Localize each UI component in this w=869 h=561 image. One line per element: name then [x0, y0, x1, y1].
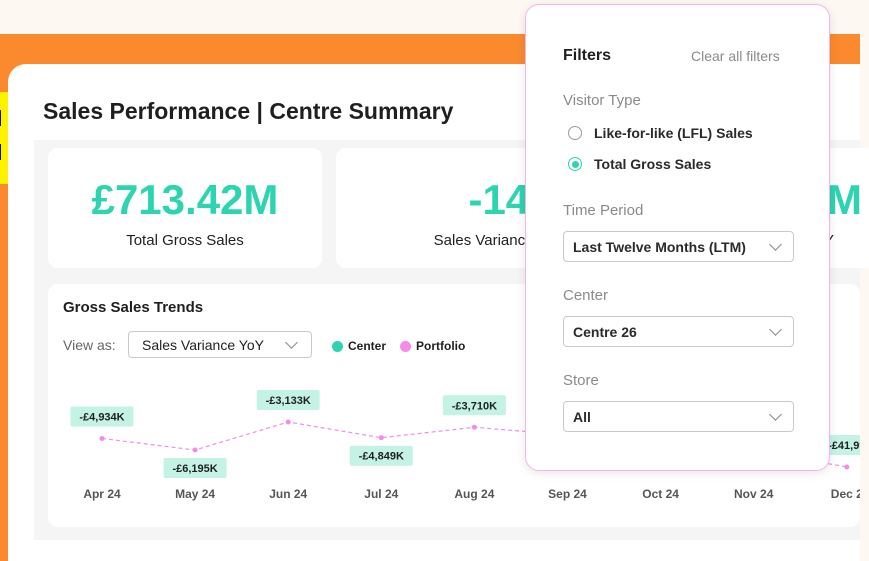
data-label: -£3,133K	[266, 395, 311, 407]
center-value: Centre 26	[573, 324, 637, 340]
x-tick-label: Nov 24	[734, 487, 774, 501]
x-tick-label: Jun 24	[269, 487, 307, 501]
time-period-label: Time Period	[563, 202, 644, 219]
x-tick-label: Apr 24	[83, 487, 121, 501]
data-label: -£41,99	[828, 440, 860, 452]
data-label: -£4,849K	[359, 451, 404, 463]
x-tick-label: Jul 24	[364, 487, 398, 501]
radio-label: Total Gross Sales	[594, 156, 712, 172]
store-select[interactable]: All	[563, 401, 794, 432]
side-tab-mark-top	[0, 110, 1, 126]
page-title: Sales Performance | Centre Summary	[43, 98, 454, 124]
center-select[interactable]: Centre 26	[563, 316, 794, 347]
data-label: -£6,195K	[172, 463, 217, 475]
chevron-down-icon	[769, 323, 782, 336]
portfolio-point	[192, 447, 198, 453]
radio-total-gross-sales[interactable]: Total Gross Sales	[568, 156, 711, 172]
side-tab-mark-bottom	[0, 144, 1, 160]
portfolio-point	[844, 464, 850, 470]
x-tick-label: Aug 24	[454, 487, 494, 501]
data-label: -£4,934K	[79, 411, 124, 423]
radio-label: Like-for-like (LFL) Sales	[594, 125, 753, 141]
portfolio-point	[99, 435, 105, 441]
x-tick-label: Sep 24	[548, 487, 587, 501]
kpi-value: £713.42M	[91, 176, 279, 223]
time-period-value: Last Twelve Months (LTM)	[573, 239, 746, 255]
store-label: Store	[563, 372, 599, 389]
data-label: -£3,710K	[452, 400, 497, 412]
visitor-type-label: Visitor Type	[563, 92, 641, 109]
radio-unchecked-icon[interactable]	[568, 126, 582, 140]
x-tick-label: Dec 2	[831, 487, 860, 501]
time-period-select[interactable]: Last Twelve Months (LTM)	[563, 231, 794, 262]
center-label: Center	[563, 287, 609, 304]
portfolio-point	[378, 435, 384, 441]
filters-panel: Filters Clear all filters Visitor Type L…	[525, 4, 830, 471]
store-value: All	[573, 409, 591, 425]
chevron-down-icon	[769, 408, 782, 421]
kpi-card-total-gross-sales: £713.42M Total Gross Sales	[48, 148, 322, 268]
radio-lfl-sales[interactable]: Like-for-like (LFL) Sales	[568, 125, 753, 141]
x-tick-label: May 24	[175, 487, 215, 501]
kpi-value: M	[827, 176, 862, 223]
x-tick-label: Oct 24	[642, 487, 679, 501]
filters-title: Filters	[563, 47, 612, 64]
chevron-down-icon	[769, 238, 782, 251]
portfolio-point	[471, 424, 477, 430]
radio-checked-icon[interactable]	[568, 157, 582, 171]
portfolio-point	[285, 419, 291, 425]
kpi-label: Total Gross Sales	[126, 232, 244, 249]
clear-all-filters-link[interactable]: Clear all filters	[691, 48, 780, 64]
